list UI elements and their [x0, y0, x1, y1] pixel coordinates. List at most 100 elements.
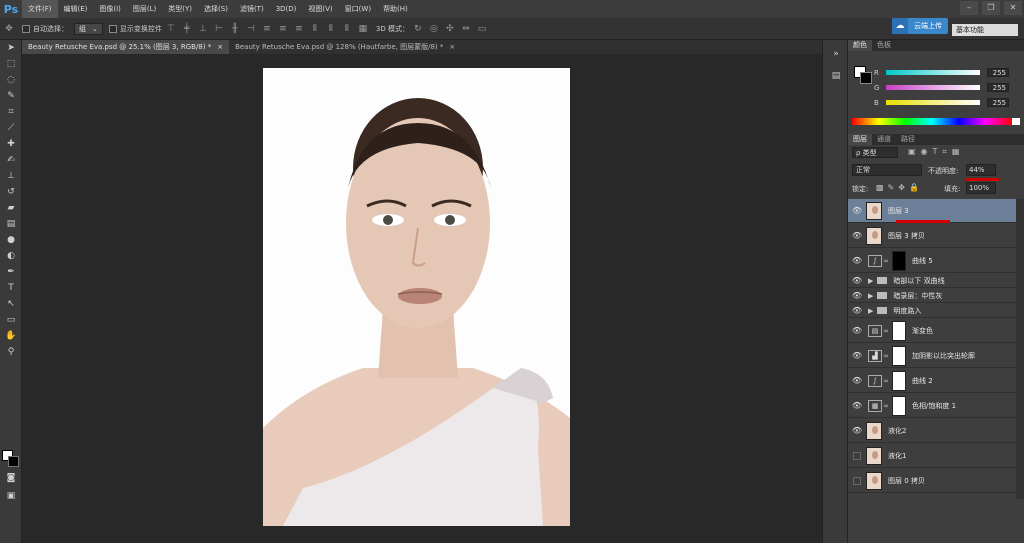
close-icon[interactable]: ×: [449, 40, 455, 54]
eye-icon[interactable]: 👁: [848, 276, 866, 285]
layer-row[interactable]: 👁 ∫ ∞ 曲线 2: [848, 369, 1016, 393]
marquee-icon[interactable]: ⬚: [0, 56, 22, 72]
align-vcenter-icon[interactable]: ╪: [180, 22, 194, 36]
lasso-icon[interactable]: ◌: [0, 72, 22, 88]
layer-row[interactable]: 👁 ▟ ∞ 加阴影以比突出轮廓: [848, 344, 1016, 368]
channel-value[interactable]: 255: [987, 83, 1009, 92]
blur-icon[interactable]: ●: [0, 232, 22, 248]
layer-filter-select[interactable]: ρ 类型: [852, 147, 898, 158]
show-transform-option[interactable]: 显示变换控件: [108, 24, 162, 34]
distribute-right-icon[interactable]: ⦀: [340, 22, 354, 36]
align-left-icon[interactable]: ⊢: [212, 22, 226, 36]
channel-value[interactable]: 255: [987, 98, 1009, 107]
rotate-3d-icon[interactable]: ↻: [411, 22, 425, 36]
visibility-toggle[interactable]: [853, 451, 861, 460]
drag-3d-icon[interactable]: ✣: [443, 22, 457, 36]
cloud-upload-button[interactable]: ☁ 云端上传: [892, 18, 948, 34]
layer-group-row[interactable]: 👁 ▶ 暗录层：中性灰: [848, 289, 1016, 303]
layer-row[interactable]: 👁 ▦ ∞ 色相/饱和度 1: [848, 394, 1016, 418]
distribute-top-icon[interactable]: ≡: [260, 22, 274, 36]
layer-row[interactable]: 👁 ▤ ∞ 渐变色: [848, 319, 1016, 343]
chevron-right-icon[interactable]: ▶: [868, 307, 873, 315]
eraser-icon[interactable]: ▰: [0, 200, 22, 216]
eye-icon[interactable]: 👁: [848, 426, 866, 435]
layer-mask-thumbnail[interactable]: [892, 320, 906, 341]
collapse-panels-icon[interactable]: »: [825, 46, 847, 62]
green-slider[interactable]: [886, 85, 980, 90]
layer-group-row[interactable]: 👁 ▶ 暗部以下 双曲线: [848, 274, 1016, 288]
layer-mask-thumbnail[interactable]: [892, 345, 906, 366]
menu-help[interactable]: 帮助(H): [377, 0, 414, 18]
eye-icon[interactable]: 👁: [848, 291, 866, 300]
auto-select-option[interactable]: 自动选择：: [22, 24, 68, 34]
zoom-icon[interactable]: ⚲: [0, 344, 22, 360]
layer-row[interactable]: 👁 图层 3 拷贝: [848, 224, 1016, 248]
background-color-swatch[interactable]: [8, 456, 19, 467]
color-spectrum[interactable]: [852, 118, 1012, 125]
canvas-area[interactable]: [22, 54, 822, 543]
workspace-select[interactable]: 基本功能: [952, 24, 1018, 36]
crop-icon[interactable]: ⌗: [0, 104, 22, 120]
brush-icon[interactable]: ✍: [0, 152, 22, 168]
clone-stamp-icon[interactable]: ⊥: [0, 168, 22, 184]
dodge-icon[interactable]: ◐: [0, 248, 22, 264]
layer-row[interactable]: 👁 ∫ ∞ 曲线 5: [848, 249, 1016, 273]
roll-3d-icon[interactable]: ◎: [427, 22, 441, 36]
layer-mask-thumbnail[interactable]: [892, 395, 906, 416]
auto-select-dropdown[interactable]: 组 ⌄: [74, 22, 103, 35]
layer-mask-thumbnail[interactable]: [892, 250, 906, 271]
blue-slider[interactable]: [886, 100, 980, 105]
eye-icon[interactable]: 👁: [848, 326, 866, 335]
gradient-icon[interactable]: ▤: [0, 216, 22, 232]
menu-type[interactable]: 类型(Y): [162, 0, 198, 18]
eye-icon[interactable]: 👁: [848, 401, 866, 410]
minimize-icon[interactable]: –: [960, 1, 978, 15]
background-color-chip[interactable]: [860, 72, 872, 84]
layer-group-row[interactable]: 👁 ▶ 明度路入: [848, 304, 1016, 318]
eye-icon[interactable]: 👁: [848, 351, 866, 360]
tab-paths[interactable]: 路径: [896, 134, 920, 145]
eye-icon[interactable]: 👁: [848, 206, 866, 215]
auto-select-checkbox[interactable]: [22, 24, 30, 33]
filter-icons[interactable]: ▣◉T⌗▦: [908, 147, 965, 157]
lock-icons[interactable]: ▩✎✥🔒: [876, 183, 923, 192]
red-slider[interactable]: [886, 70, 980, 75]
menu-file[interactable]: 文件(F): [22, 0, 58, 18]
layer-row[interactable]: 图层 0 拷贝: [848, 469, 1016, 493]
fill-input[interactable]: 100%: [966, 182, 996, 194]
auto-align-icon[interactable]: ▦: [356, 22, 370, 36]
restore-icon[interactable]: ❐: [982, 1, 1000, 15]
eye-icon[interactable]: 👁: [848, 306, 866, 315]
tab-swatches[interactable]: 色板: [872, 40, 896, 51]
white-chip[interactable]: [1012, 118, 1020, 125]
quick-select-icon[interactable]: ✎: [0, 88, 22, 104]
slide-3d-icon[interactable]: ⇔: [459, 22, 473, 36]
history-panel-icon[interactable]: ▤: [825, 68, 847, 84]
tab-layers[interactable]: 图层: [848, 134, 872, 145]
doc-tab-1[interactable]: Beauty Retusche Eva.psd @ 25.1% (图层 3, R…: [22, 40, 230, 54]
layer-mask-thumbnail[interactable]: [892, 370, 906, 391]
align-right-icon[interactable]: ⊣: [244, 22, 258, 36]
align-hcenter-icon[interactable]: ╫: [228, 22, 242, 36]
opacity-input[interactable]: 44%: [966, 164, 996, 176]
chevron-right-icon[interactable]: ▶: [868, 292, 873, 300]
close-icon[interactable]: ×: [217, 40, 223, 54]
type-icon[interactable]: T: [0, 280, 22, 296]
visibility-toggle[interactable]: [853, 476, 861, 485]
eye-icon[interactable]: 👁: [848, 256, 866, 265]
eye-icon[interactable]: 👁: [848, 231, 866, 240]
distribute-left-icon[interactable]: ⦀: [308, 22, 322, 36]
scale-3d-icon[interactable]: ▭: [475, 22, 489, 36]
path-select-icon[interactable]: ↖: [0, 296, 22, 312]
pen-icon[interactable]: ✒: [0, 264, 22, 280]
show-transform-checkbox[interactable]: [108, 24, 117, 33]
close-icon[interactable]: ✕: [1004, 1, 1022, 15]
shape-icon[interactable]: ▭: [0, 312, 22, 328]
screen-mode-icon[interactable]: ▣: [0, 488, 22, 504]
blend-mode-select[interactable]: 正常: [852, 164, 922, 176]
distribute-vcenter-icon[interactable]: ≡: [276, 22, 290, 36]
menu-view[interactable]: 视图(V): [302, 0, 338, 18]
tab-color[interactable]: 颜色: [848, 40, 872, 51]
channel-value[interactable]: 255: [987, 68, 1009, 77]
align-top-icon[interactable]: ⊤: [164, 22, 178, 36]
